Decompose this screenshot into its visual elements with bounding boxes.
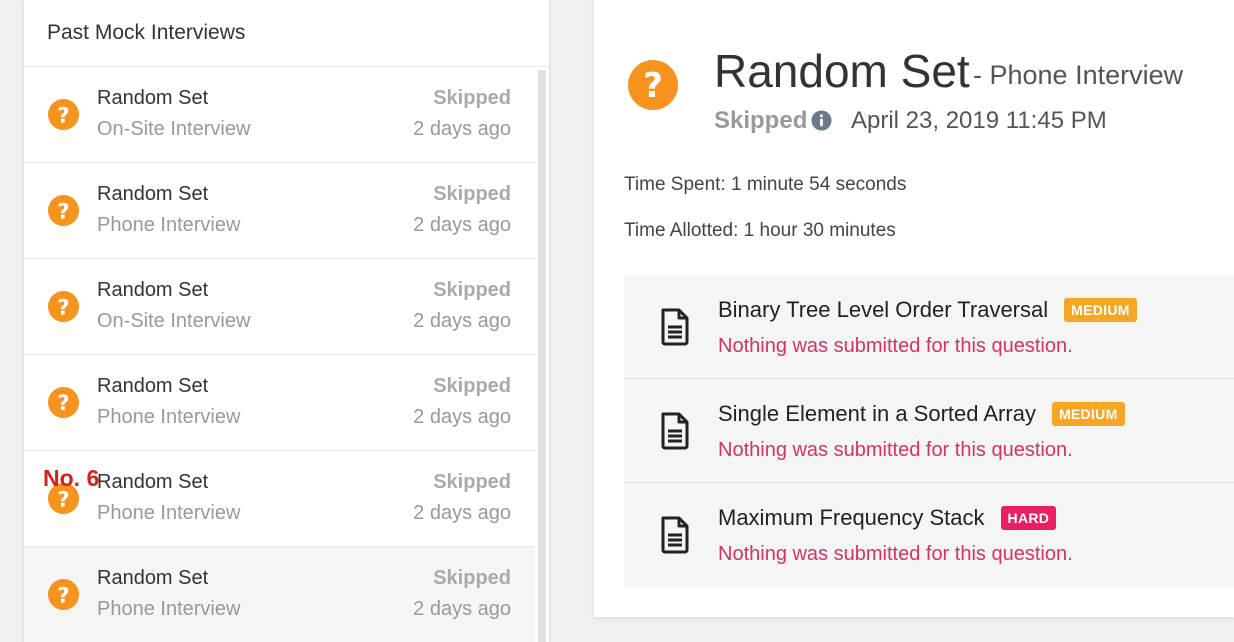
item-time: 2 days ago (413, 502, 511, 524)
item-title: Random Set (97, 471, 209, 493)
question-circle-icon: ? (47, 386, 80, 419)
difficulty-badge: MEDIUM (1064, 298, 1137, 322)
svg-text:?: ? (57, 583, 69, 608)
item-time: 2 days ago (413, 310, 511, 332)
scrollbar[interactable] (538, 70, 546, 642)
detail-status: Skipped (714, 107, 808, 134)
item-status: Skipped (433, 471, 511, 493)
item-type: On-Site Interview (97, 310, 251, 332)
item-title: Random Set (97, 279, 209, 301)
svg-text:?: ? (57, 199, 69, 224)
item-time: 2 days ago (413, 118, 511, 140)
item-status: Skipped (433, 87, 511, 109)
document-icon (661, 412, 689, 450)
question-title[interactable]: Binary Tree Level Order Traversal (718, 297, 1048, 323)
annotation-label: No. 6 (43, 465, 100, 491)
item-time: 2 days ago (413, 214, 511, 236)
svg-text:?: ? (57, 295, 69, 320)
svg-text:?: ? (57, 391, 69, 416)
interview-detail-panel: ? Random Set - Phone Interview Skipped A… (594, 0, 1234, 617)
list-item-selected[interactable]: ? Random Set Phone Interview Skipped 2 d… (24, 547, 535, 642)
question-circle-icon: ? (628, 60, 678, 110)
past-interviews-panel: Past Mock Interviews ? Random Set On-Sit… (24, 0, 549, 642)
item-type: On-Site Interview (97, 118, 251, 140)
time-spent: Time Spent: 1 minute 54 seconds (624, 174, 907, 195)
item-title: Random Set (97, 375, 209, 397)
panel-header: Past Mock Interviews (24, 0, 549, 67)
question-title[interactable]: Maximum Frequency Stack (718, 505, 985, 531)
question-item[interactable]: Maximum Frequency Stack HARD Nothing was … (624, 483, 1234, 587)
svg-text:?: ? (57, 103, 69, 128)
interview-list: ? Random Set On-Site Interview Skipped 2… (24, 67, 549, 642)
info-circle-icon[interactable] (811, 110, 832, 131)
question-message: Nothing was submitted for this question. (718, 335, 1073, 357)
question-item[interactable]: Single Element in a Sorted Array MEDIUM N… (624, 379, 1234, 483)
difficulty-badge: MEDIUM (1051, 402, 1125, 426)
question-circle-icon: ? (47, 194, 80, 227)
question-list: Binary Tree Level Order Traversal MEDIUM … (624, 275, 1234, 587)
item-type: Phone Interview (97, 214, 241, 236)
detail-date: April 23, 2019 11:45 PM (851, 107, 1107, 134)
question-message: Nothing was submitted for this question. (718, 439, 1073, 461)
list-item[interactable]: ? Random Set Phone Interview Skipped 2 d… (24, 355, 535, 451)
item-title: Random Set (97, 87, 209, 109)
question-message: Nothing was submitted for this question. (718, 543, 1073, 565)
svg-text:?: ? (643, 66, 663, 106)
detail-title: Random Set (714, 45, 970, 97)
item-status: Skipped (433, 567, 511, 589)
item-type: Phone Interview (97, 406, 241, 428)
item-status: Skipped (433, 183, 511, 205)
difficulty-badge: HARD (1000, 506, 1057, 530)
question-title[interactable]: Single Element in a Sorted Array (718, 401, 1036, 427)
list-item[interactable]: ? Random Set On-Site Interview Skipped 2… (24, 259, 535, 355)
question-circle-icon: ? (47, 578, 80, 611)
item-time: 2 days ago (413, 598, 511, 620)
item-time: 2 days ago (413, 406, 511, 428)
document-icon (661, 308, 689, 346)
item-status: Skipped (433, 375, 511, 397)
item-title: Random Set (97, 567, 209, 589)
panel-title: Past Mock Interviews (47, 21, 246, 44)
question-circle-icon: ? (47, 290, 80, 323)
time-allotted: Time Allotted: 1 hour 30 minutes (624, 220, 896, 241)
item-title: Random Set (97, 183, 209, 205)
question-item[interactable]: Binary Tree Level Order Traversal MEDIUM … (624, 275, 1234, 379)
item-type: Phone Interview (97, 598, 241, 620)
list-item[interactable]: ? Random Set Phone Interview Skipped 2 d… (24, 451, 535, 547)
item-type: Phone Interview (97, 502, 241, 524)
list-item[interactable]: ? Random Set On-Site Interview Skipped 2… (24, 67, 535, 163)
detail-interview-type: - Phone Interview (973, 60, 1184, 90)
item-status: Skipped (433, 279, 511, 301)
list-item[interactable]: ? Random Set Phone Interview Skipped 2 d… (24, 163, 535, 259)
question-circle-icon: ? (47, 98, 80, 131)
document-icon (661, 516, 689, 554)
